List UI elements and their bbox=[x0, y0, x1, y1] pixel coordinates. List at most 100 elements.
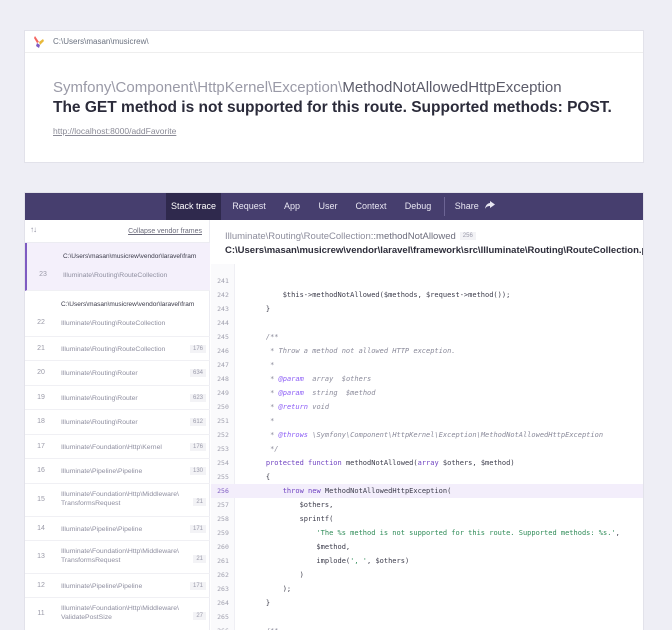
line-code: * @param array $others bbox=[249, 375, 372, 383]
frame-item[interactable]: 12 Illuminate\Pipeline\Pipeline 171 bbox=[25, 574, 210, 598]
line-number: 241 bbox=[217, 277, 229, 285]
laravel-logo-icon bbox=[34, 36, 44, 48]
code-line: 243 } bbox=[211, 302, 643, 316]
frame-number: 23 bbox=[39, 271, 47, 278]
line-code: $method, bbox=[249, 543, 351, 551]
code-line: 261 implode(', ', $others) bbox=[211, 554, 643, 568]
line-code: * @throws \Symfony\Component\HttpKernel\… bbox=[249, 431, 604, 439]
tab-user[interactable]: User bbox=[312, 193, 344, 220]
collapse-vendor-frames-link[interactable]: Collapse vendor frames bbox=[128, 228, 202, 235]
frame-line-number: 27 bbox=[193, 612, 206, 620]
frame-path: C:\Users\masan\musicrew\vendor\laravel\f… bbox=[61, 301, 195, 308]
tab-stack-trace[interactable]: Stack trace bbox=[166, 193, 221, 220]
frame-item[interactable]: 13 Illuminate\Foundation\Http\Middleware… bbox=[25, 541, 210, 574]
frame-class: Illuminate\Routing\Router bbox=[61, 395, 138, 402]
frame-item[interactable]: 16 Illuminate\Pipeline\Pipeline 130 bbox=[25, 459, 210, 484]
line-number: 247 bbox=[217, 361, 229, 369]
frame-number: 14 bbox=[37, 525, 45, 532]
code-line: 241 bbox=[211, 274, 643, 288]
frame-class: Illuminate\Foundation\Http\Kernel bbox=[61, 444, 162, 451]
line-number: 245 bbox=[217, 333, 229, 341]
code-line: 266 /** bbox=[211, 624, 643, 630]
code-snippet: 241 242 $this->methodNotAllowed($methods,… bbox=[211, 264, 643, 630]
card-top-bar: C:\Users\masan\musicrew\ bbox=[25, 31, 643, 53]
line-code: ) bbox=[249, 571, 304, 579]
line-number: 254 bbox=[217, 459, 229, 467]
frame-number: 20 bbox=[37, 369, 45, 376]
frame-line-number: 171 bbox=[189, 582, 206, 590]
frame-number: 19 bbox=[37, 394, 45, 401]
exception-header-card: C:\Users\masan\musicrew\ Symfony\Compone… bbox=[24, 30, 644, 163]
line-code: /** bbox=[249, 624, 279, 630]
line-number: 253 bbox=[217, 445, 229, 453]
code-line: 250 * @return void bbox=[211, 400, 643, 414]
code-line: 256 throw new MethodNotAllowedHttpExcept… bbox=[211, 484, 643, 498]
stack-trace-panel: Stack trace Request App User Context Deb… bbox=[24, 192, 644, 630]
line-number: 246 bbox=[217, 347, 229, 355]
frame-title-method: ::methodNotAllowed bbox=[370, 231, 456, 242]
frame-line-number: 634 bbox=[189, 369, 206, 377]
frame-item[interactable]: 21 Illuminate\Routing\RouteCollection 17… bbox=[25, 337, 210, 361]
frame-item[interactable]: 19 Illuminate\Routing\Router 623 bbox=[25, 386, 210, 410]
line-code: } bbox=[249, 305, 271, 313]
file-path[interactable]: C:\Users\masan\musicrew\vendor\laravel\f… bbox=[225, 245, 643, 256]
share-arrow-icon bbox=[485, 193, 496, 220]
frame-line-number: 176 bbox=[189, 443, 206, 451]
frame-number: 13 bbox=[37, 553, 45, 560]
exception-class: Symfony\Component\HttpKernel\Exception\M… bbox=[53, 79, 562, 96]
frame-class: Illuminate\Pipeline\Pipeline bbox=[61, 583, 143, 590]
line-code: * bbox=[249, 361, 275, 369]
frame-item[interactable]: 20 Illuminate\Routing\Router 634 bbox=[25, 361, 210, 386]
line-number: 258 bbox=[217, 515, 229, 523]
line-number: 264 bbox=[217, 599, 229, 607]
frame-line-number: 612 bbox=[189, 418, 206, 426]
tab-debug[interactable]: Debug bbox=[398, 193, 438, 220]
frame-item[interactable]: C:\Users\masan\musicrew\vendor\laravel\f… bbox=[25, 243, 210, 291]
line-code: /** bbox=[249, 333, 279, 341]
frame-class: Illuminate\Routing\RouteCollection bbox=[61, 320, 166, 327]
code-line: 258 sprintf( bbox=[211, 512, 643, 526]
frame-line-number: 21 bbox=[193, 498, 206, 506]
frame-class: Illuminate\Pipeline\Pipeline bbox=[61, 468, 143, 475]
frame-item[interactable]: 18 Illuminate\Routing\Router 612 bbox=[25, 410, 210, 435]
line-number: 250 bbox=[217, 403, 229, 411]
frame-class: Illuminate\Routing\Router bbox=[61, 419, 138, 426]
line-number: 265 bbox=[217, 613, 229, 621]
code-line: 263 ); bbox=[211, 582, 643, 596]
line-code: { bbox=[249, 473, 271, 481]
line-number: 260 bbox=[217, 543, 229, 551]
frame-item[interactable]: 17 Illuminate\Foundation\Http\Kernel 176 bbox=[25, 435, 210, 459]
code-line: 257 $others, bbox=[211, 498, 643, 512]
line-number: 242 bbox=[217, 291, 229, 299]
frame-class: Illuminate\Foundation\Http\Middleware\ T… bbox=[61, 491, 179, 507]
tab-request[interactable]: Request bbox=[226, 193, 272, 220]
line-number: 261 bbox=[217, 557, 229, 565]
frame-item[interactable]: C:\Users\masan\musicrew\vendor\laravel\f… bbox=[25, 291, 210, 337]
request-url-link[interactable]: http://localhost:8000/addFavorite bbox=[53, 126, 176, 136]
frame-item[interactable]: 11 Illuminate\Foundation\Http\Middleware… bbox=[25, 598, 210, 630]
frame-line-number: 130 bbox=[189, 467, 206, 475]
frame-item[interactable]: 14 Illuminate\Pipeline\Pipeline 171 bbox=[25, 517, 210, 541]
code-line: 262 ) bbox=[211, 568, 643, 582]
exception-message: The GET method is not supported for this… bbox=[53, 99, 612, 116]
code-line: 265 bbox=[211, 610, 643, 624]
frame-title-class: Illuminate\Routing\RouteCollection bbox=[225, 231, 371, 242]
tab-context[interactable]: Context bbox=[349, 193, 393, 220]
line-code: throw new MethodNotAllowedHttpException( bbox=[282, 487, 452, 495]
line-code: 'The %s method is not supported for this… bbox=[316, 529, 620, 537]
code-line: 245 /** bbox=[211, 330, 643, 344]
exception-namespace: Symfony\Component\HttpKernel\Exception\ bbox=[53, 79, 343, 96]
sort-arrows-icon[interactable]: ↑↓ bbox=[30, 225, 37, 234]
line-number: 244 bbox=[217, 319, 229, 327]
tab-app[interactable]: App bbox=[277, 193, 307, 220]
nav-divider bbox=[444, 197, 445, 216]
code-line: 259 'The %s method is not supported for … bbox=[211, 526, 643, 540]
line-code: $others, bbox=[249, 501, 334, 509]
code-line: 247 * bbox=[211, 358, 643, 372]
frame-item[interactable]: 15 Illuminate\Foundation\Http\Middleware… bbox=[25, 484, 210, 517]
share-button[interactable]: Share bbox=[450, 193, 500, 220]
code-line: 260 $method, bbox=[211, 540, 643, 554]
frame-class: Illuminate\Foundation\Http\Middleware\ T… bbox=[61, 548, 179, 564]
line-code: * Throw a method not allowed HTTP except… bbox=[249, 347, 456, 355]
line-number: 255 bbox=[217, 473, 229, 481]
